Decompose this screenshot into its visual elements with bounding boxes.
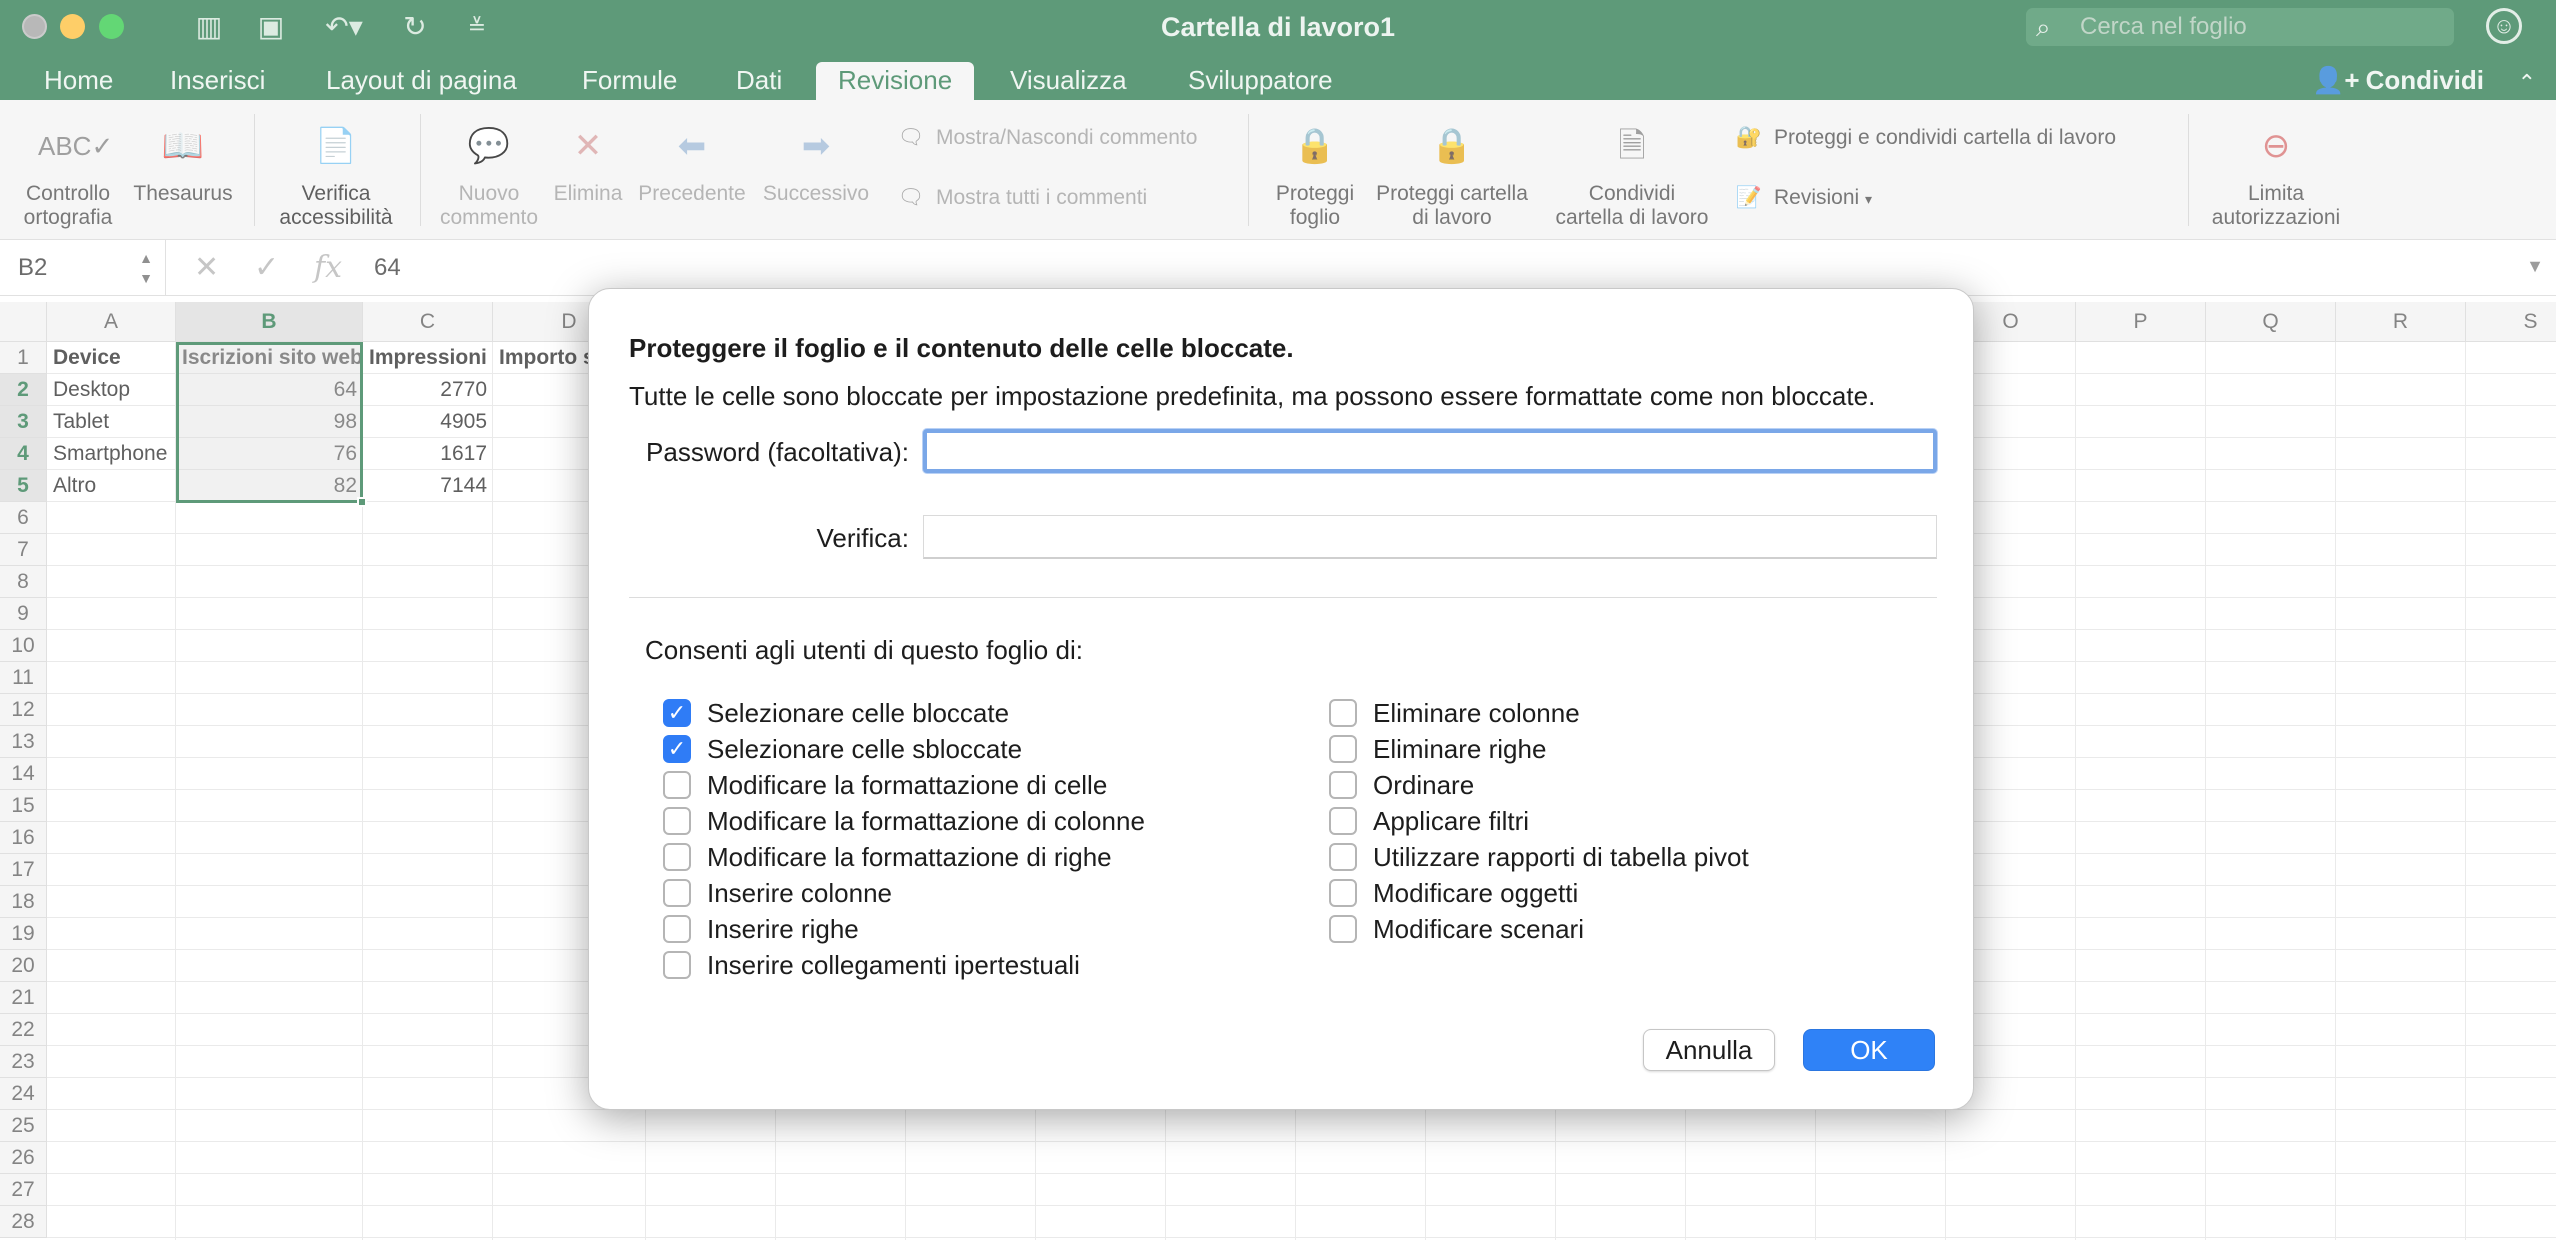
- verify-password-field[interactable]: [923, 515, 1937, 559]
- permission-option[interactable]: ✓ Selezionare celle sbloccate: [663, 733, 1022, 765]
- checkbox-unchecked[interactable]: [1329, 699, 1357, 727]
- dialog-title: Proteggere il foglio e il contenuto dell…: [629, 333, 1294, 363]
- password-field[interactable]: [923, 429, 1937, 473]
- checkbox-unchecked[interactable]: [1329, 879, 1357, 907]
- checkbox-unchecked[interactable]: [1329, 807, 1357, 835]
- permission-option-label: Eliminare righe: [1373, 733, 1547, 764]
- checkbox-checked[interactable]: ✓: [663, 735, 691, 763]
- permission-option[interactable]: Modificare la formattazione di righe: [663, 841, 1112, 873]
- permission-option-label: Modificare la formattazione di celle: [707, 769, 1108, 800]
- permission-option[interactable]: Applicare filtri: [1329, 805, 1529, 837]
- permission-option-label: Inserire righe: [707, 913, 859, 944]
- permission-option[interactable]: Utilizzare rapporti di tabella pivot: [1329, 841, 1749, 873]
- checkbox-unchecked[interactable]: [663, 951, 691, 979]
- dialog-description: Tutte le celle sono bloccate per imposta…: [629, 381, 1876, 411]
- checkbox-unchecked[interactable]: [663, 915, 691, 943]
- permission-option[interactable]: Ordinare: [1329, 769, 1474, 801]
- permission-option[interactable]: Modificare scenari: [1329, 913, 1584, 945]
- permission-option-label: Selezionare celle sbloccate: [707, 733, 1023, 764]
- permission-option-label: Modificare la formattazione di righe: [707, 841, 1112, 872]
- checkbox-unchecked[interactable]: [1329, 771, 1357, 799]
- checkbox-unchecked[interactable]: [1329, 735, 1357, 763]
- allow-users-label: Consenti agli utenti di questo foglio di…: [645, 635, 1083, 665]
- permission-option-label: Modificare scenari: [1373, 913, 1584, 944]
- checkbox-unchecked[interactable]: [1329, 915, 1357, 943]
- permission-option[interactable]: Inserire colonne: [663, 877, 892, 909]
- permission-option[interactable]: Inserire righe: [663, 913, 859, 945]
- permission-option-label: Modificare oggetti: [1373, 877, 1579, 908]
- protect-sheet-dialog: Proteggere il foglio e il contenuto dell…: [588, 288, 1974, 1110]
- permission-option[interactable]: Modificare la formattazione di celle: [663, 769, 1107, 801]
- checkbox-unchecked[interactable]: [663, 843, 691, 871]
- permission-option[interactable]: ✓ Selezionare celle bloccate: [663, 697, 1009, 729]
- checkbox-unchecked[interactable]: [1329, 843, 1357, 871]
- permission-option[interactable]: Modificare la formattazione di colonne: [663, 805, 1145, 837]
- permission-option-label: Inserire colonne: [707, 877, 892, 908]
- password-label: Password (facoltativa):: [646, 437, 909, 467]
- permission-option-label: Utilizzare rapporti di tabella pivot: [1373, 841, 1749, 872]
- permission-option-label: Modificare la formattazione di colonne: [707, 805, 1145, 836]
- permission-option-label: Applicare filtri: [1373, 805, 1530, 836]
- permission-option[interactable]: Inserire collegamenti ipertestuali: [663, 949, 1080, 981]
- permission-option[interactable]: Eliminare righe: [1329, 733, 1546, 765]
- permission-option-label: Inserire collegamenti ipertestuali: [707, 949, 1080, 980]
- cancel-button[interactable]: Annulla: [1643, 1029, 1775, 1071]
- permission-option-label: Eliminare colonne: [1373, 697, 1580, 728]
- checkbox-checked[interactable]: ✓: [663, 699, 691, 727]
- checkbox-unchecked[interactable]: [663, 807, 691, 835]
- permission-option[interactable]: Eliminare colonne: [1329, 697, 1580, 729]
- permission-option-label: Ordinare: [1373, 769, 1475, 800]
- permission-option[interactable]: Modificare oggetti: [1329, 877, 1578, 909]
- permission-option-label: Selezionare celle bloccate: [707, 697, 1010, 728]
- ok-button[interactable]: OK: [1803, 1029, 1935, 1071]
- checkbox-unchecked[interactable]: [663, 879, 691, 907]
- verify-label: Verifica:: [816, 523, 910, 553]
- checkbox-unchecked[interactable]: [663, 771, 691, 799]
- dialog-separator: [629, 597, 1937, 598]
